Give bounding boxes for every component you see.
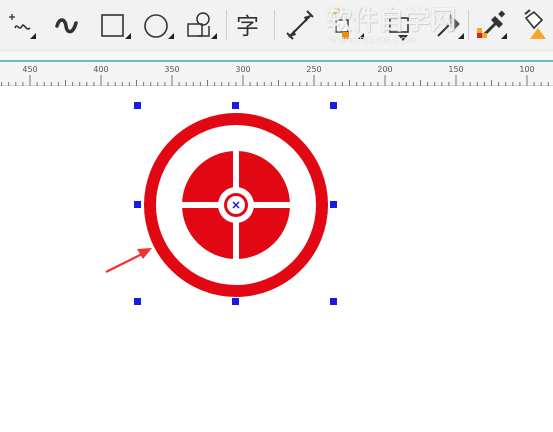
annotation-arrow-icon <box>105 248 152 273</box>
handle-bottom-right[interactable] <box>330 298 337 305</box>
ruler-label: 200 <box>377 65 393 74</box>
ruler-label: 450 <box>22 65 38 74</box>
drawing-canvas[interactable] <box>0 86 553 432</box>
rectangle-tool-icon <box>101 14 131 39</box>
ruler-label: 300 <box>235 65 251 74</box>
basic-shapes-tool[interactable] <box>183 6 219 44</box>
eyedropper-tool-icon <box>477 10 507 39</box>
paint-bucket-tool-icon <box>524 9 546 39</box>
handle-middle-left[interactable] <box>134 201 141 208</box>
ruler-label: 100 <box>519 65 535 74</box>
text-tool-icon: 字 <box>236 14 259 40</box>
eyedropper-tool[interactable] <box>473 6 509 44</box>
artwork <box>105 102 337 305</box>
handle-top-center[interactable] <box>232 102 239 109</box>
toolbar-gap <box>0 51 553 60</box>
ruler-label: 400 <box>93 65 109 74</box>
ruler-ticks <box>1 75 549 86</box>
dimension-tool[interactable] <box>283 6 319 44</box>
handle-bottom-left[interactable] <box>134 298 141 305</box>
toolbar-separator <box>226 10 227 40</box>
artistic-media-tool-icon <box>55 18 78 34</box>
handle-middle-right[interactable] <box>330 201 337 208</box>
artistic-media-tool[interactable] <box>50 6 86 44</box>
ruler-label: 350 <box>164 65 180 74</box>
freehand-tool[interactable] <box>2 6 38 44</box>
handle-top-right[interactable] <box>330 102 337 109</box>
ruler-label: 250 <box>306 65 322 74</box>
watermark-title: 软件自学网 <box>326 6 457 36</box>
toolbox: 字 软件自学网 WWW.RJZXW.COM <box>0 0 553 51</box>
watermark-subtitle: WWW.RJZXW.COM <box>330 36 416 45</box>
ellipse-tool-icon <box>144 14 174 39</box>
rectangle-tool[interactable] <box>97 6 133 44</box>
paint-bucket-tool[interactable] <box>516 6 552 44</box>
handle-bottom-center[interactable] <box>232 298 239 305</box>
text-tool-glyph: 字 <box>236 14 259 40</box>
freehand-tool-icon <box>9 14 36 39</box>
horizontal-ruler[interactable]: 450 400 350 300 250 200 150 100 <box>0 60 553 86</box>
basic-shapes-tool-icon <box>187 12 217 39</box>
text-tool[interactable]: 字 <box>231 6 267 44</box>
dimension-tool-icon <box>286 10 314 40</box>
toolbar-separator <box>274 10 275 40</box>
ruler-label: 150 <box>448 65 464 74</box>
watermark: 软件自学网 WWW.RJZXW.COM <box>326 6 476 46</box>
ellipse-tool[interactable] <box>140 6 176 44</box>
handle-top-left[interactable] <box>134 102 141 109</box>
